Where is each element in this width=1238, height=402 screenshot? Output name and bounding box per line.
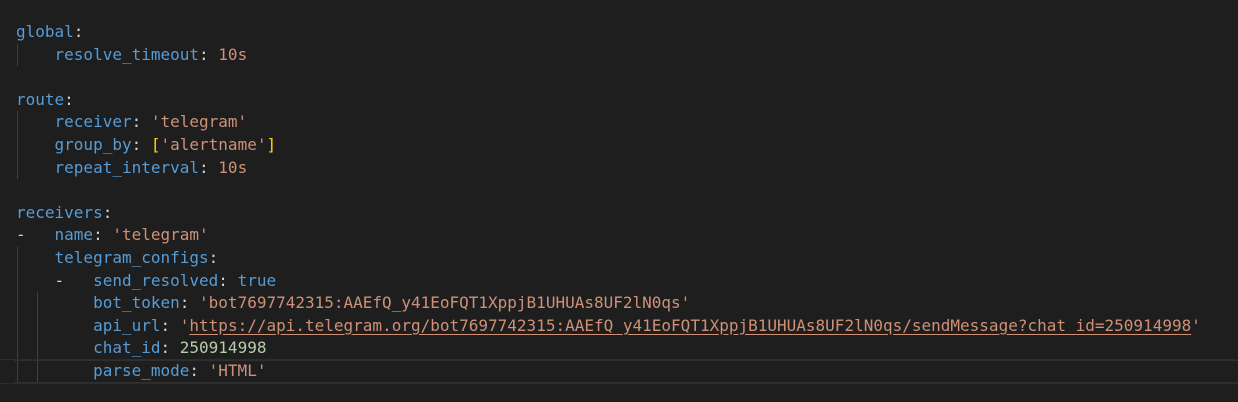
yaml-key: send_resolved [93,270,219,290]
code-line: group_by: ['alertname'] [0,133,1238,157]
indent-guide [17,269,18,293]
yaml-key: route [16,89,65,109]
yaml-key: telegram_configs [54,247,209,267]
yaml-value: 10s [218,157,248,177]
yaml-value: 250914998 [179,338,267,358]
code-line: - name: 'telegram' [16,225,209,245]
code-line: api_url: 'https://api.telegram.org/bot76… [0,314,1238,338]
indent-guide [17,43,18,67]
code-line: - send_resolved: true [0,269,1238,293]
indent-guide [37,337,38,360]
yaml-key: parse_mode [93,360,190,380]
indent-guide [17,133,18,157]
indent-guide [17,156,18,180]
code-line: resolve_timeout: 10s [0,43,1238,67]
yaml-value: 'alertname' [160,134,267,154]
code-line: receiver: 'telegram' [0,111,1238,134]
code-line: chat_id: 250914998 [0,337,1238,360]
yaml-key: chat_id [93,338,161,358]
indent-guide [17,337,18,360]
yaml-key: receivers [16,202,103,222]
yaml-value: 10s [218,44,248,64]
yaml-key: name [54,225,94,245]
yaml-value: 'telegram' [150,112,248,132]
yaml-value: 'HTML' [208,360,267,380]
list-dash: - [16,225,36,245]
quote: ' [1191,315,1201,335]
indent-guide [17,246,18,270]
code-line: repeat_interval: 10s [0,156,1238,180]
indent-guide [37,314,38,338]
bracket-open: [ [150,134,161,154]
indent-guide [17,111,18,134]
indent-guide [37,359,38,383]
list-dash: - [54,270,74,290]
code-line: global: [16,22,84,41]
yaml-key: global [16,22,74,41]
code-line: route: [16,89,74,109]
yaml-key: repeat_interval [54,157,200,177]
code-line: telegram_configs: [0,246,1238,270]
yaml-value: 'bot7697742315:AAEfQ_y41EoFQT1XppjB1UHUA… [199,293,691,313]
quote: ' [179,315,190,335]
yaml-value: 'telegram' [112,225,209,245]
indent-guide [17,314,18,338]
indent-guide [17,359,18,383]
code-line: bot_token: 'bot7697742315:AAEfQ_y41EoFQT… [0,292,1238,315]
url-link[interactable]: https://api.telegram.org/bot7697742315:A… [189,316,1191,335]
code-line: receivers: [16,202,113,222]
yaml-key: resolve_timeout [54,44,200,64]
yaml-key: api_url [93,315,161,335]
indent-guide [17,292,18,315]
code-line-current: parse_mode: 'HTML' [0,358,1238,384]
indent-guide [37,292,38,315]
yaml-key: group_by [54,134,132,154]
yaml-key: receiver [54,112,132,132]
bracket-close: ] [266,134,277,154]
yaml-key: bot_token [93,293,180,313]
code-editor[interactable]: global: resolve_timeout: 10s route: rece… [0,0,1238,402]
yaml-value: true [237,270,277,290]
